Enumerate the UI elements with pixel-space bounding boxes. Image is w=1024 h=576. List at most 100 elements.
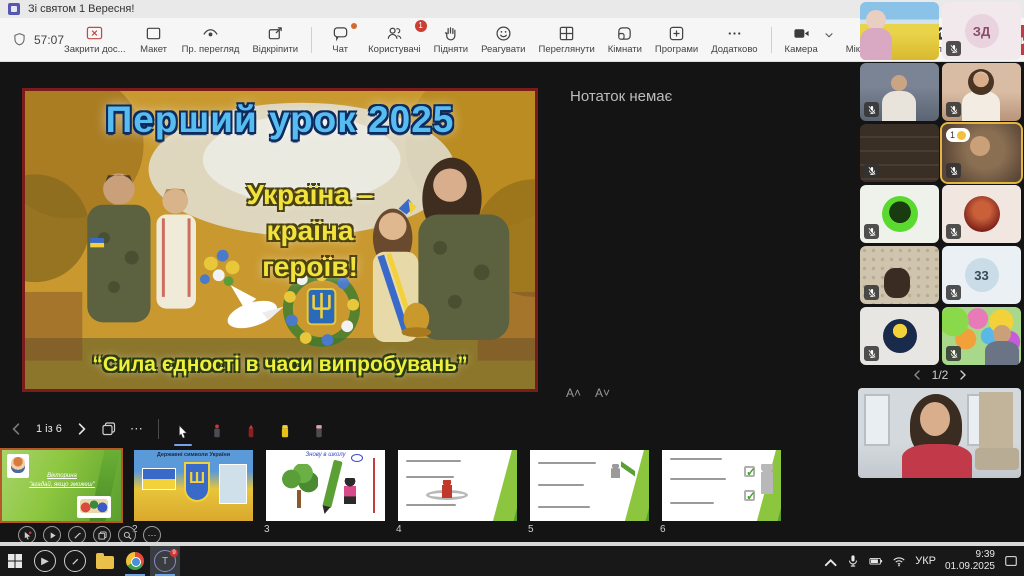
participant-tile-sunflowers[interactable]: [860, 2, 939, 60]
language-indicator[interactable]: УКР: [915, 555, 936, 567]
plus-square-icon: [668, 25, 685, 42]
meeting-timer: 57:07: [12, 32, 64, 47]
notifications-icon[interactable]: [1004, 554, 1018, 568]
participant-grid: ЗД 1: [860, 2, 1021, 365]
stop-presenting-button[interactable]: Закрити дос...: [64, 25, 126, 55]
taskbar-tray: УКР 9:39 01.09.2025: [823, 549, 1018, 574]
thumbnail-slide-2[interactable]: Державні символи України: [134, 450, 253, 521]
view-button[interactable]: Переглянути: [538, 25, 594, 55]
rooms-button[interactable]: Кімнати: [608, 25, 642, 55]
ellipsis-icon: [726, 25, 743, 42]
chat-icon: [332, 25, 349, 42]
eraser-tool[interactable]: [309, 417, 329, 441]
thumbnail-slide-6[interactable]: ✓ ✓: [662, 450, 781, 521]
page-next-icon[interactable]: [958, 370, 968, 380]
more-options-button[interactable]: Додатково: [711, 25, 757, 55]
hand-emoji: [957, 131, 966, 140]
thumbnail-slide-4[interactable]: [398, 450, 517, 521]
react-button[interactable]: Реагувати: [481, 25, 525, 55]
participant-tile-smiley-avatar[interactable]: [860, 185, 939, 243]
current-slide[interactable]: Перший урок 2025 Україна – країна героїв…: [22, 88, 538, 392]
shield-icon: [12, 32, 27, 47]
time: 9:39: [945, 549, 995, 562]
grid-icon: [558, 25, 575, 42]
thumb5-number: 5: [528, 524, 534, 535]
self-video-tile[interactable]: [858, 388, 1021, 478]
slide-subtitle-line2: країна: [200, 215, 420, 247]
slide-subtitle-line1: Україна –: [175, 179, 445, 211]
chat-button[interactable]: Чат: [325, 25, 355, 55]
avatar: ЗД: [965, 14, 999, 48]
people-icon: [386, 25, 403, 42]
mic-off-icon: [864, 102, 879, 117]
pen-tool[interactable]: [241, 417, 261, 441]
raise-hand-button[interactable]: Підняти: [434, 25, 469, 55]
taskbar-app-pen[interactable]: [60, 546, 90, 576]
date: 01.09.2025: [945, 561, 995, 574]
pointer-tool[interactable]: [173, 417, 193, 441]
tray-mic-icon[interactable]: [846, 554, 860, 568]
thumb3-trunk: [297, 490, 301, 508]
mic-off-icon: [864, 224, 879, 239]
thumb6-checkbox: ✓: [744, 490, 755, 501]
presenter-view-button[interactable]: Пр. перегляд: [182, 25, 240, 55]
slide-grid-button[interactable]: [102, 422, 116, 436]
page-previous-icon[interactable]: [912, 370, 922, 380]
participant-tile-red-avatar[interactable]: [942, 185, 1021, 243]
toolbar-separator: [311, 27, 312, 53]
font-larger-button[interactable]: A˄: [566, 386, 581, 400]
hand-icon: [442, 25, 459, 42]
windows-taskbar: ▶ T 9: [0, 546, 1024, 576]
thumbnail-slide-3[interactable]: Знову в школу: [266, 450, 385, 521]
participant-tile-woman[interactable]: [860, 63, 939, 121]
thumb3-red-line: [373, 458, 375, 513]
page-indicator: 1/2: [932, 368, 949, 382]
hidden-icons-chevron[interactable]: [823, 554, 837, 568]
thumbnail-slide-1[interactable]: Вікторина "вгадай, якщо зможеш": [2, 450, 121, 521]
participant-tile-pattern[interactable]: [860, 246, 939, 304]
rooms-icon: [616, 25, 633, 42]
layout-button[interactable]: Макет: [139, 25, 169, 55]
camera-button[interactable]: Камера: [785, 25, 818, 55]
nav-more-button[interactable]: ⋯: [130, 421, 144, 437]
taskbar-app-chrome[interactable]: [120, 546, 150, 576]
slide-caption: “Сила єдності в часи випробувань”: [25, 353, 535, 377]
participant-tile-hero-avatar[interactable]: [860, 307, 939, 365]
thumb2-flag: [142, 468, 176, 490]
windows-icon: [7, 553, 23, 569]
laser-pointer-tool[interactable]: [207, 417, 227, 441]
participant-tile-raised-hand[interactable]: 1: [942, 124, 1021, 182]
mic-off-icon: [864, 346, 879, 361]
participant-tile-initials-zd[interactable]: ЗД: [942, 2, 1021, 60]
battery-icon[interactable]: [869, 554, 883, 568]
eye-icon: [202, 25, 219, 42]
participant-tile-dark-room[interactable]: [860, 124, 939, 182]
taskbar-app-explorer[interactable]: [90, 546, 120, 576]
participants-panel: ЗД 1: [856, 0, 1024, 480]
apps-button[interactable]: Програми: [655, 25, 698, 55]
notes-font-controls: A˄ A˅: [566, 386, 610, 400]
wifi-icon[interactable]: [892, 554, 906, 568]
toolbar-separator: [771, 27, 772, 53]
thumb4-swoosh: [491, 450, 517, 521]
avatar: 33: [965, 258, 999, 292]
start-button[interactable]: [0, 546, 30, 576]
close-content-icon: [86, 25, 103, 42]
participant-tile-girl[interactable]: [942, 63, 1021, 121]
participant-tile-initials-33[interactable]: 33: [942, 246, 1021, 304]
previous-slide-button[interactable]: [10, 423, 22, 435]
thumb1-kids-image: [77, 496, 111, 518]
taskbar-app-media[interactable]: ▶: [30, 546, 60, 576]
clock[interactable]: 9:39 01.09.2025: [945, 549, 995, 574]
highlighter-tool[interactable]: [275, 417, 295, 441]
unpin-button[interactable]: Відкріпити: [252, 25, 298, 55]
thumbnail-slide-5[interactable]: [530, 450, 649, 521]
people-button[interactable]: 1 Користувачі: [368, 25, 420, 55]
chat-activity-dot: [351, 23, 357, 29]
next-slide-button[interactable]: [76, 423, 88, 435]
font-smaller-button[interactable]: A˅: [595, 386, 610, 400]
camera-chevron-icon[interactable]: [825, 32, 833, 38]
thumb3-pencil: [322, 460, 342, 509]
taskbar-app-group[interactable]: T 9: [150, 546, 180, 576]
participant-tile-map-boy[interactable]: [942, 307, 1021, 365]
